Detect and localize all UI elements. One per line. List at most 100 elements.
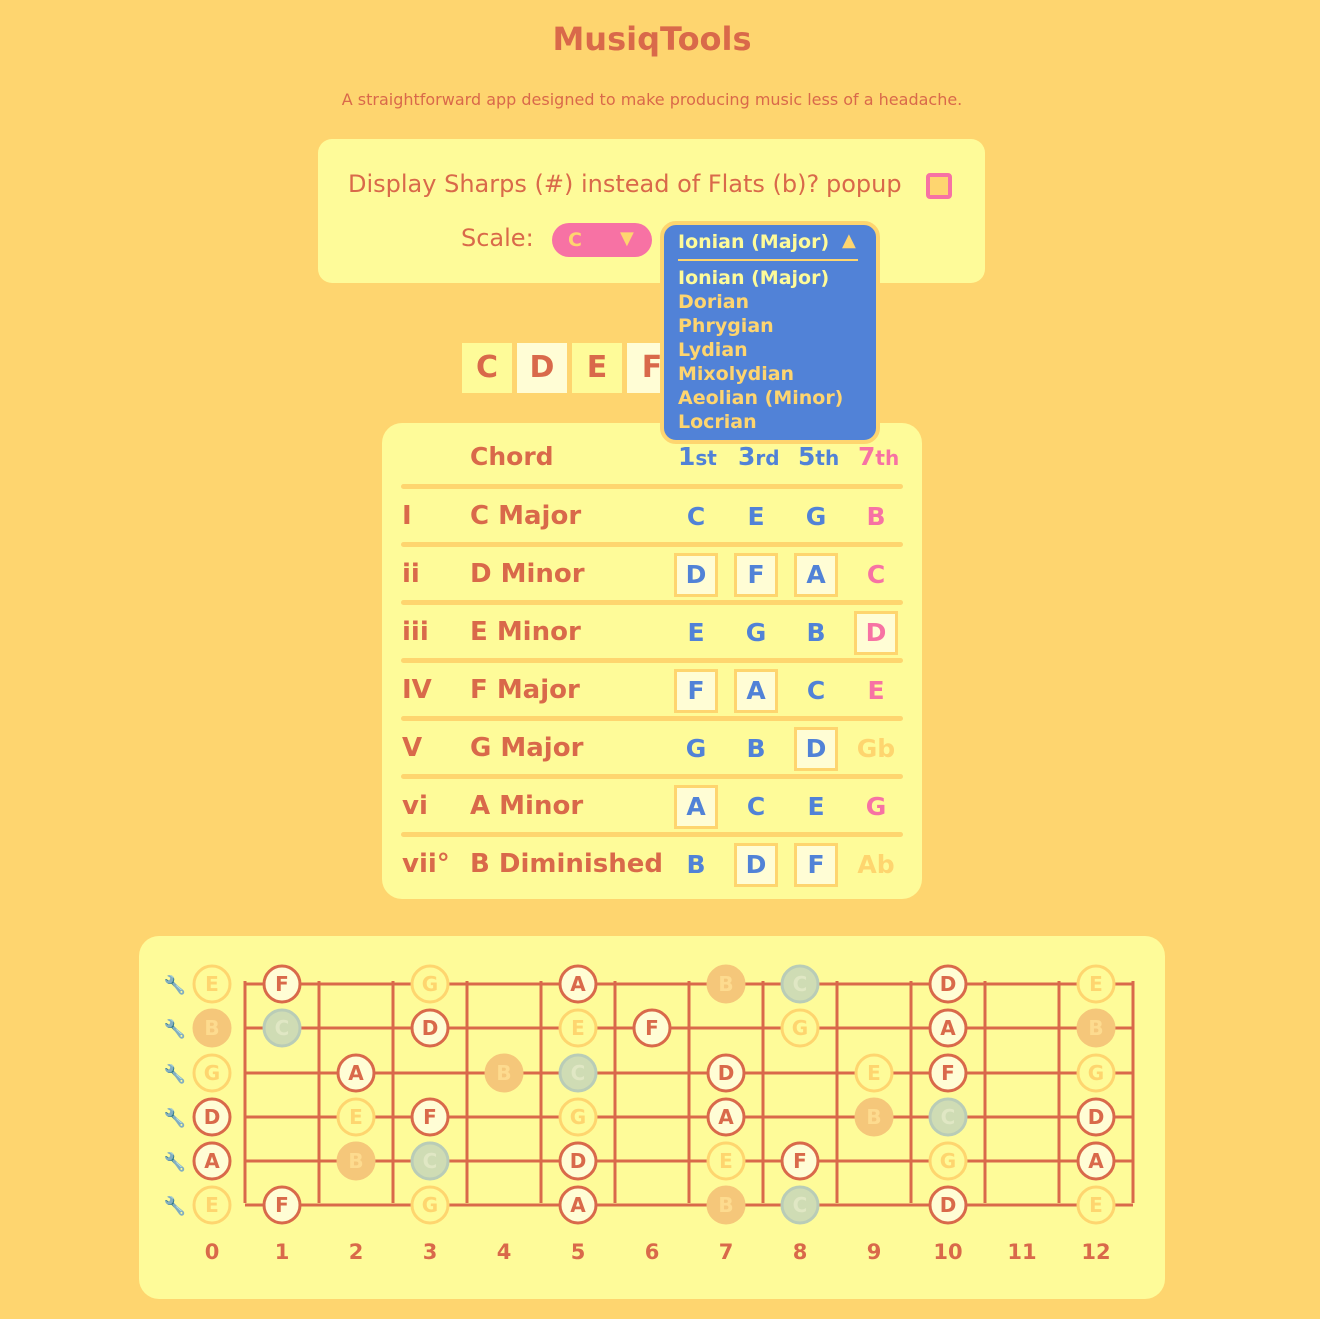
chord-note[interactable]: G (674, 727, 718, 771)
chord-note[interactable]: B (674, 843, 718, 887)
fret-note-label: C (571, 1061, 586, 1085)
fret-note-label: A (940, 1016, 956, 1040)
fret-note-label: F (793, 1149, 807, 1173)
fret-number: 11 (1007, 1240, 1036, 1264)
fret-note-label: D (422, 1016, 439, 1040)
fret-number: 3 (423, 1240, 438, 1264)
row-divider (401, 600, 903, 605)
fret-note-label: E (719, 1149, 733, 1173)
chord-note[interactable]: A (734, 669, 778, 713)
chord-numeral: vi (402, 791, 428, 821)
wrench-icon[interactable]: 🔧 (164, 974, 186, 996)
fret-note-label: C (793, 1193, 808, 1217)
chord-note[interactable]: G (734, 611, 778, 655)
fret-note-label: E (1089, 972, 1103, 996)
fret-number: 9 (867, 1240, 882, 1264)
chord-name: F Major (470, 675, 580, 705)
fret-number: 2 (349, 1240, 364, 1264)
chord-numeral: V (402, 733, 423, 763)
wrench-icon[interactable]: 🔧 (164, 1195, 186, 1217)
fret-number: 6 (645, 1240, 660, 1264)
fret-number: 12 (1081, 1240, 1110, 1264)
fret-note-label: B (496, 1061, 511, 1085)
chord-note[interactable]: B (854, 495, 898, 539)
fret-note-label: C (423, 1149, 438, 1173)
chord-note[interactable]: Gb (854, 727, 898, 771)
interval-column-header: 7th (858, 442, 900, 471)
fret-note-label: B (204, 1016, 219, 1040)
fret-note-label: E (349, 1105, 363, 1129)
row-divider (401, 716, 903, 721)
fret-note-label: G (422, 972, 438, 996)
fret-note-label: B (718, 1193, 733, 1217)
chord-note[interactable]: F (734, 553, 778, 597)
fret-number: 5 (571, 1240, 586, 1264)
chord-note[interactable]: G (794, 495, 838, 539)
fret-note-label: F (423, 1105, 437, 1129)
wrench-icon[interactable]: 🔧 (164, 1063, 186, 1085)
chord-note[interactable]: D (794, 727, 838, 771)
fret-note-label: A (718, 1105, 734, 1129)
chord-note[interactable]: E (734, 495, 778, 539)
fret-note-label: G (570, 1105, 586, 1129)
wrench-icon[interactable]: 🔧 (164, 1151, 186, 1173)
chord-numeral: IV (402, 675, 432, 705)
fret-note-label: F (275, 1193, 289, 1217)
chord-name: D Minor (470, 559, 585, 589)
fret-note-label: A (570, 972, 586, 996)
chord-note[interactable]: B (734, 727, 778, 771)
fret-note-label: A (1088, 1149, 1104, 1173)
chord-note[interactable]: D (674, 553, 718, 597)
fret-number: 8 (793, 1240, 808, 1264)
fret-note-label: E (571, 1016, 585, 1040)
fret-note-label: G (1088, 1061, 1104, 1085)
fret-note-label: B (866, 1105, 881, 1129)
chord-note[interactable]: A (794, 553, 838, 597)
chord-note[interactable]: E (794, 785, 838, 829)
chord-note[interactable]: C (854, 553, 898, 597)
chord-note[interactable]: F (794, 843, 838, 887)
fret-note-label: C (275, 1016, 290, 1040)
fret-note-label: A (348, 1061, 364, 1085)
chord-note[interactable]: F (674, 669, 718, 713)
interval-column-header: 1st (678, 442, 717, 471)
chord-note[interactable]: B (794, 611, 838, 655)
fret-number: 4 (497, 1240, 512, 1264)
fret-number: 10 (933, 1240, 962, 1264)
row-divider (401, 774, 903, 779)
fret-note-label: F (275, 972, 289, 996)
fret-note-label: D (1088, 1105, 1105, 1129)
fret-note-label: D (570, 1149, 587, 1173)
chord-name: B Diminished (470, 849, 664, 879)
wrench-icon[interactable]: 🔧 (164, 1107, 186, 1129)
row-divider (401, 832, 903, 837)
fret-note-label: A (204, 1149, 220, 1173)
fret-note-label: G (204, 1061, 220, 1085)
fret-note-label: D (718, 1061, 735, 1085)
chord-note[interactable]: Ab (854, 843, 898, 887)
chord-numeral: vii° (402, 849, 450, 879)
chord-note[interactable]: G (854, 785, 898, 829)
chord-column-header: Chord (470, 442, 554, 471)
fret-note-label: E (1089, 1193, 1103, 1217)
chord-note[interactable]: D (854, 611, 898, 655)
chord-numeral: I (402, 501, 412, 531)
wrench-icon[interactable]: 🔧 (164, 1018, 186, 1040)
chord-note[interactable]: C (794, 669, 838, 713)
chord-note[interactable]: C (734, 785, 778, 829)
chord-note[interactable]: E (674, 611, 718, 655)
chord-note[interactable]: E (854, 669, 898, 713)
fret-note-label: A (570, 1193, 586, 1217)
chord-numeral: iii (402, 617, 429, 647)
fret-number: 0 (205, 1240, 220, 1264)
chord-note[interactable]: D (734, 843, 778, 887)
fret-note-label: B (718, 972, 733, 996)
chord-note[interactable]: A (674, 785, 718, 829)
fret-note-label: D (940, 1193, 957, 1217)
fret-note-label: E (867, 1061, 881, 1085)
chord-name: A Minor (470, 791, 584, 821)
chord-numeral: ii (402, 559, 420, 589)
chord-note[interactable]: C (674, 495, 718, 539)
fret-number: 7 (719, 1240, 734, 1264)
fret-note-label: G (940, 1149, 956, 1173)
